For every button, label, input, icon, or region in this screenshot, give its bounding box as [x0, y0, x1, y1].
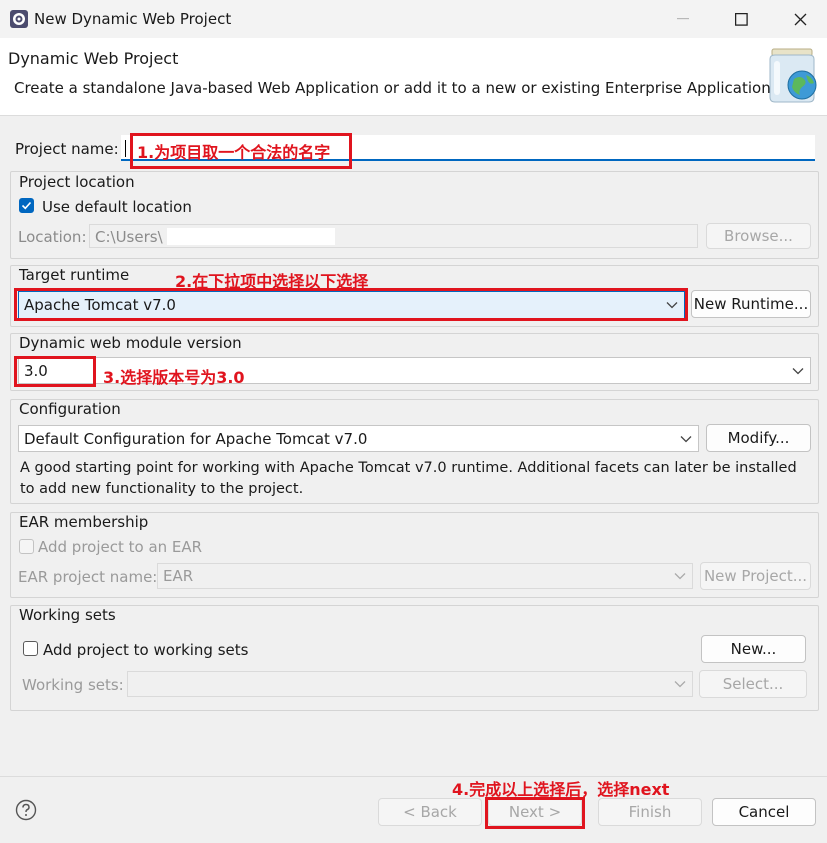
maximize-button[interactable]: [718, 0, 764, 38]
eclipse-app-icon: [10, 10, 28, 28]
page-title: Dynamic Web Project: [8, 49, 179, 68]
add-to-ear-label: Add project to an EAR: [38, 538, 203, 556]
location-label: Location:: [18, 228, 87, 246]
annotation-box-next: [485, 797, 585, 829]
chevron-down-icon: [674, 573, 686, 580]
checkmark-icon: [21, 201, 32, 210]
configuration-description-line2: to add new functionality to the project.: [20, 481, 304, 497]
minimize-icon: [677, 18, 689, 20]
new-project-button[interactable]: New Project...: [700, 562, 811, 590]
minimize-button[interactable]: [660, 0, 706, 38]
annotation-text-3: 3.选择版本号为3.0: [103, 368, 245, 387]
footer-divider: [0, 776, 827, 777]
use-default-location-label: Use default location: [42, 198, 192, 216]
chevron-down-icon: [792, 367, 804, 374]
working-sets-select[interactable]: [127, 671, 693, 697]
cancel-button[interactable]: Cancel: [712, 798, 816, 826]
working-sets-group-label: Working sets: [19, 606, 116, 624]
working-sets-label: Working sets:: [22, 676, 124, 694]
configuration-select[interactable]: Default Configuration for Apache Tomcat …: [18, 425, 699, 452]
target-runtime-group-label: Target runtime: [19, 266, 130, 284]
use-default-location-checkbox[interactable]: [19, 198, 34, 213]
configuration-description-line1: A good starting point for working with A…: [20, 460, 797, 476]
finish-button[interactable]: Finish: [598, 798, 702, 826]
configuration-selected: Default Configuration for Apache Tomcat …: [24, 429, 368, 448]
window-title: New Dynamic Web Project: [34, 10, 232, 28]
redaction-mask: [167, 228, 335, 245]
close-button[interactable]: [777, 0, 823, 38]
browse-button[interactable]: Browse...: [706, 223, 811, 249]
close-icon: [794, 13, 806, 25]
annotation-text-1: 1.为项目取一个合法的名字: [137, 143, 331, 162]
ear-project-select[interactable]: EAR: [157, 563, 693, 589]
ear-project-value: EAR: [163, 567, 194, 585]
help-icon[interactable]: [15, 799, 37, 821]
web-project-jar-globe-icon: [769, 48, 817, 103]
ear-project-name-label: EAR project name:: [18, 568, 158, 586]
new-runtime-button[interactable]: New Runtime...: [691, 290, 811, 318]
configuration-group-label: Configuration: [19, 400, 121, 418]
annotation-box-target-runtime: [14, 288, 688, 321]
new-working-set-button[interactable]: New...: [701, 635, 806, 663]
modify-button[interactable]: Modify...: [706, 424, 811, 452]
back-button[interactable]: < Back: [378, 798, 482, 826]
project-name-label: Project name:: [15, 140, 119, 158]
module-version-group-label: Dynamic web module version: [19, 334, 242, 352]
annotation-box-module-version: [14, 356, 96, 387]
add-to-working-sets-checkbox[interactable]: [23, 641, 38, 656]
add-to-ear-checkbox[interactable]: [19, 539, 34, 554]
maximize-icon: [734, 12, 748, 26]
page-description: Create a standalone Java-based Web Appli…: [14, 79, 776, 97]
project-location-group-label: Project location: [19, 173, 135, 191]
select-working-sets-button[interactable]: Select...: [699, 670, 807, 698]
add-to-working-sets-label: Add project to working sets: [43, 641, 249, 659]
chevron-down-icon: [680, 435, 692, 442]
location-value: C:\Users\: [95, 228, 163, 246]
chevron-down-icon: [674, 681, 686, 688]
text-cursor: [125, 140, 126, 157]
ear-membership-group-label: EAR membership: [19, 513, 149, 531]
